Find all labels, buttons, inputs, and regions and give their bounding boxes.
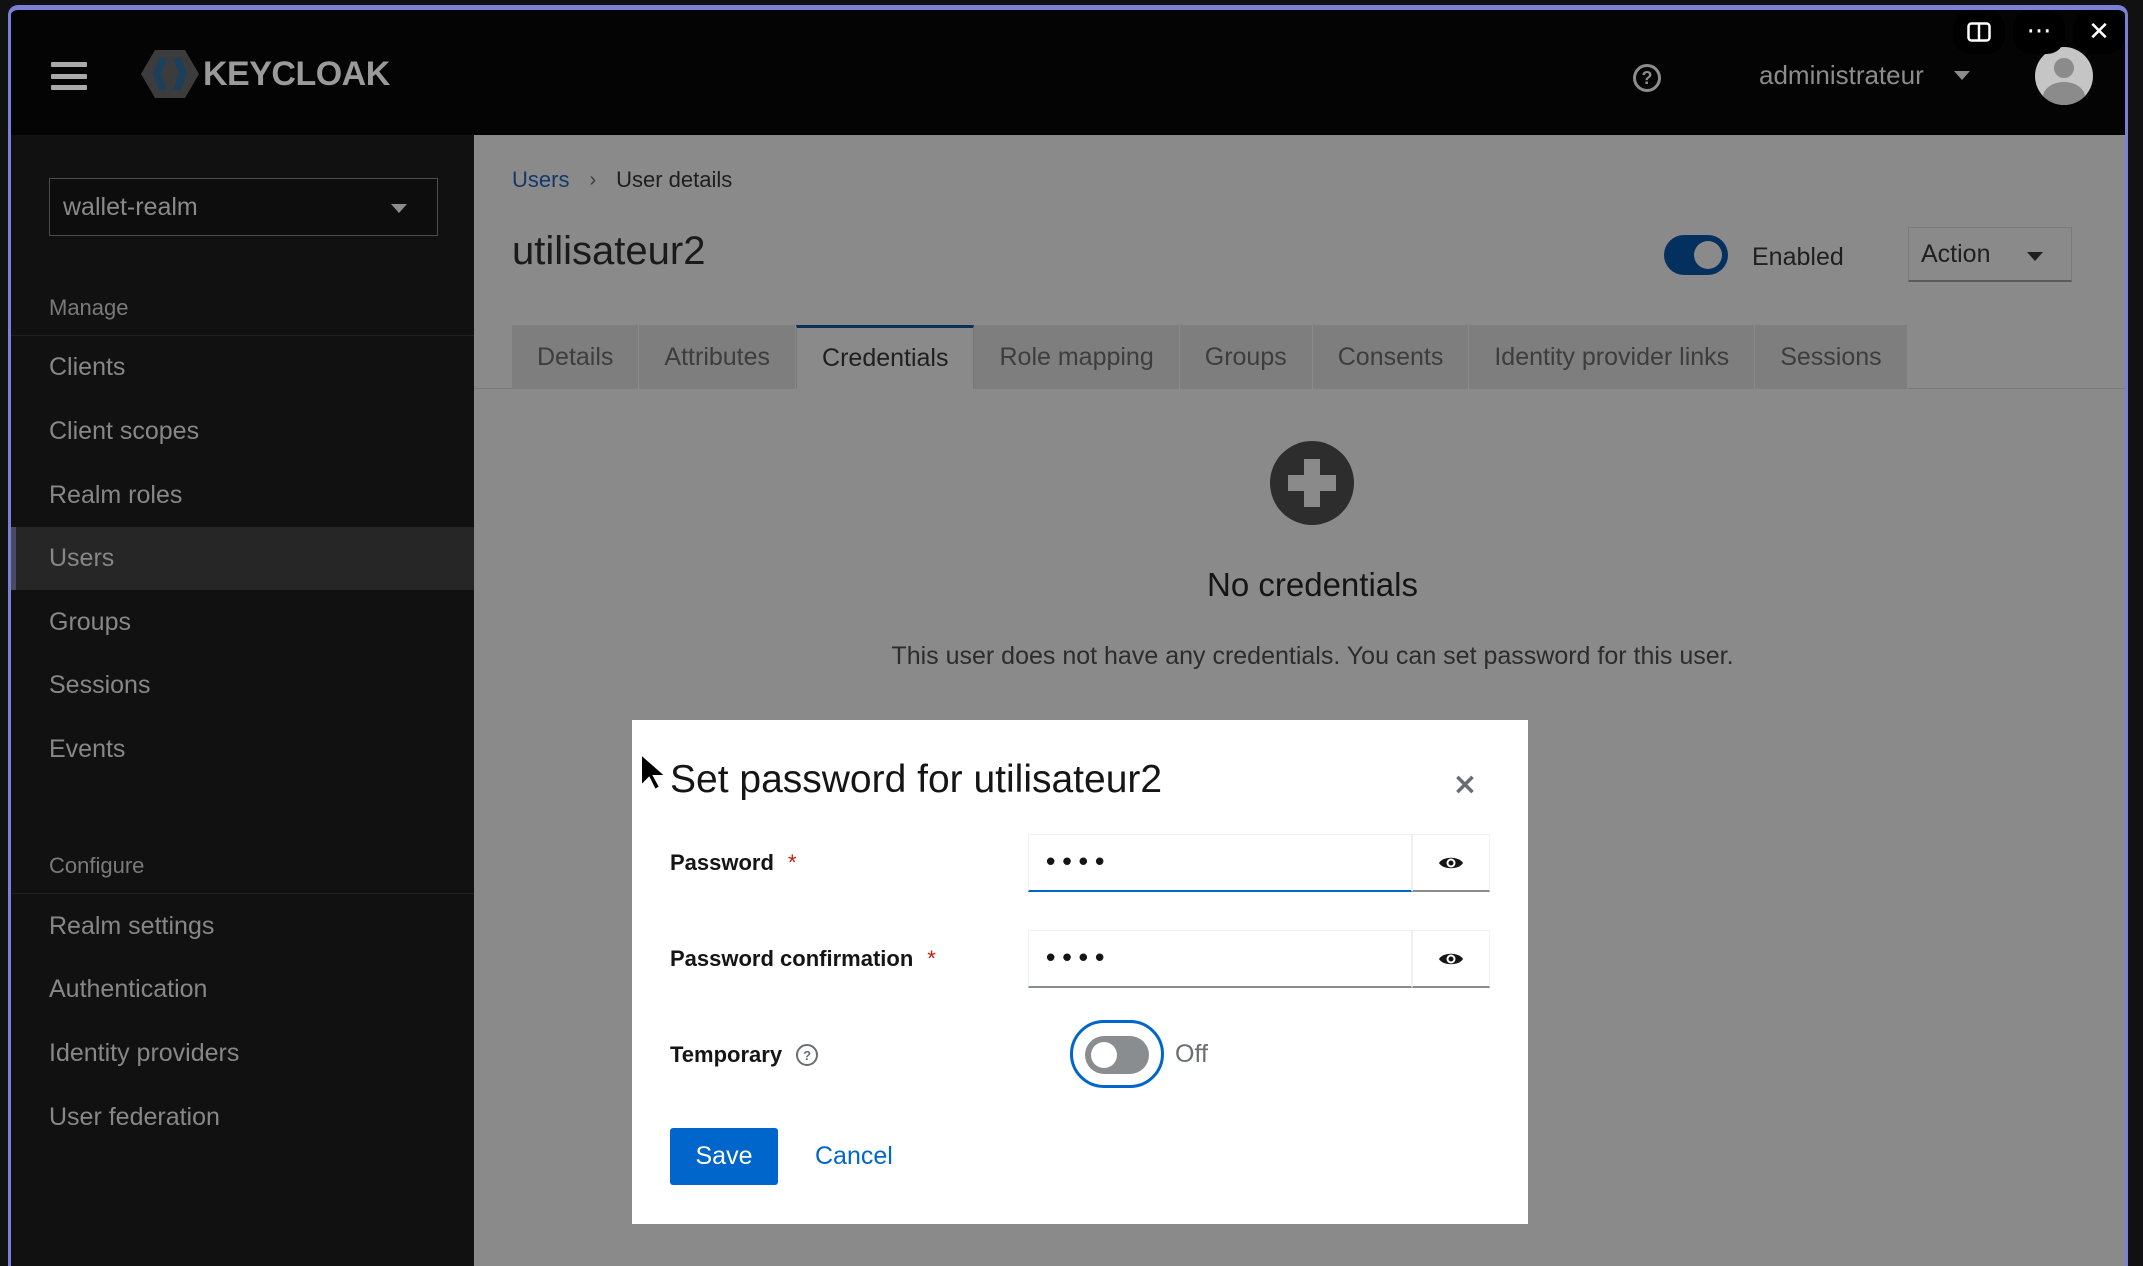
sidebar-item-client-scopes[interactable]: Client scopes <box>11 400 474 463</box>
required-marker: * <box>927 946 936 971</box>
chevron-down-icon <box>391 204 407 213</box>
realm-name: wallet-realm <box>63 192 198 221</box>
keycloak-logo-icon <box>139 48 201 100</box>
tab-credentials[interactable]: Credentials <box>796 325 975 389</box>
action-dropdown[interactable]: Action <box>1908 227 2072 282</box>
tab-sessions[interactable]: Sessions <box>1755 325 1908 389</box>
sidebar-item-authentication[interactable]: Authentication <box>11 958 474 1021</box>
modal-title: Set password for utilisateur2 <box>670 758 1163 801</box>
sidebar-item-users[interactable]: Users <box>11 527 474 590</box>
sidebar-item-realm-roles[interactable]: Realm roles <box>11 464 474 527</box>
eye-icon[interactable] <box>1412 834 1490 892</box>
chevron-down-icon <box>2027 252 2043 261</box>
tab-attributes[interactable]: Attributes <box>639 325 797 389</box>
temporary-toggle-focus-ring <box>1070 1020 1164 1088</box>
sidebar-item-clients[interactable]: Clients <box>11 336 474 399</box>
action-label: Action <box>1921 239 1991 268</box>
keycloak-logo[interactable]: KEYCLOAK <box>139 46 390 102</box>
tab-groups[interactable]: Groups <box>1179 325 1313 389</box>
split-view-icon[interactable] <box>1953 10 2005 54</box>
app-window: ··· ✕ KEYCLOAK ? administrateur wallet-r… <box>8 5 2128 1266</box>
realm-selector[interactable]: wallet-realm <box>49 178 438 236</box>
temporary-label-text: Temporary <box>670 1042 783 1067</box>
chevron-right-icon: › <box>589 168 597 191</box>
tab-consents[interactable]: Consents <box>1312 325 1470 389</box>
breadcrumb-current: User details <box>616 167 733 192</box>
tab-role-mapping[interactable]: Role mapping <box>974 325 1180 389</box>
empty-state-text: This user does not have any credentials.… <box>891 642 1734 670</box>
password-confirmation-label: Password confirmation * <box>670 946 936 972</box>
sidebar-item-realm-settings[interactable]: Realm settings <box>11 895 474 958</box>
username: administrateur <box>1759 60 1924 90</box>
enabled-toggle[interactable] <box>1664 235 1728 275</box>
hamburger-menu-icon[interactable] <box>51 62 87 90</box>
tab-details[interactable]: Details <box>512 325 640 389</box>
cancel-button[interactable]: Cancel <box>815 1128 893 1185</box>
nav-section-manage: Manage <box>49 295 129 320</box>
sidebar-item-identity-providers[interactable]: Identity providers <box>11 1022 474 1085</box>
nav-section-configure: Configure <box>49 853 145 878</box>
password-confirmation-label-text: Password confirmation <box>670 946 914 971</box>
chevron-down-icon <box>1953 71 1970 80</box>
sidebar: wallet-realm Manage Clients Client scope… <box>11 135 474 1266</box>
password-label-text: Password <box>670 850 774 875</box>
save-button[interactable]: Save <box>670 1128 778 1185</box>
temporary-state: Off <box>1175 1040 1208 1068</box>
masthead: KEYCLOAK ? administrateur <box>11 10 2125 135</box>
plus-circle-icon <box>1270 441 1354 525</box>
more-icon[interactable]: ··· <box>2013 10 2065 54</box>
password-label: Password * <box>670 850 797 876</box>
mouse-cursor-icon <box>639 751 671 797</box>
temporary-toggle[interactable] <box>1085 1036 1149 1074</box>
password-input-group <box>1028 834 1490 892</box>
user-tabs: Details Attributes Credentials Role mapp… <box>512 325 1908 389</box>
window-controls: ··· ✕ <box>1953 10 2125 54</box>
close-icon[interactable]: ✕ <box>2073 10 2125 54</box>
temporary-label: Temporary ? <box>670 1042 819 1068</box>
sidebar-item-groups[interactable]: Groups <box>11 591 474 654</box>
sidebar-item-user-federation[interactable]: User federation <box>11 1086 474 1149</box>
help-icon[interactable]: ? <box>796 1044 819 1066</box>
password-confirmation-field[interactable] <box>1028 930 1412 988</box>
enabled-label: Enabled <box>1752 243 1844 271</box>
set-password-modal: Set password for utilisateur2 × Password… <box>632 720 1528 1224</box>
sidebar-item-sessions[interactable]: Sessions <box>11 654 474 717</box>
empty-state-title: No credentials <box>1207 566 1418 603</box>
required-marker: * <box>787 850 797 875</box>
password-confirmation-input-group <box>1028 930 1490 988</box>
help-icon[interactable]: ? <box>1633 64 1661 92</box>
close-icon[interactable]: × <box>1450 770 1480 800</box>
breadcrumb: Users › User details <box>512 167 732 193</box>
divider <box>11 893 474 894</box>
logo-text: KEYCLOAK <box>203 54 390 93</box>
password-field[interactable] <box>1028 834 1412 892</box>
user-dropdown[interactable]: administrateur <box>1759 60 1970 91</box>
page-title: utilisateur2 <box>512 229 706 273</box>
sidebar-item-events[interactable]: Events <box>11 718 474 781</box>
eye-icon[interactable] <box>1412 930 1490 988</box>
avatar[interactable] <box>2035 47 2093 105</box>
breadcrumb-users-link[interactable]: Users <box>512 167 569 193</box>
tab-identity-provider-links[interactable]: Identity provider links <box>1469 325 1756 389</box>
